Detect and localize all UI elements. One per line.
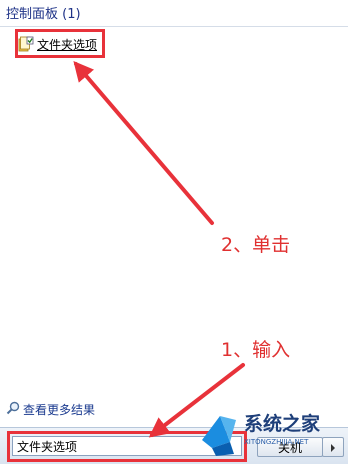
arrow-to-input xyxy=(148,363,245,438)
arrow-to-result xyxy=(73,60,214,225)
annotation-arrows xyxy=(73,60,245,438)
highlight-box-input xyxy=(7,431,247,462)
group-divider xyxy=(0,26,348,27)
annotation-step-1: 1、输入 xyxy=(221,339,291,361)
shutdown-label: 关机 xyxy=(277,440,302,455)
highlight-box-result xyxy=(15,29,105,58)
results-group-header[interactable]: 控制面板 (1) xyxy=(6,3,81,22)
shutdown-options-button[interactable] xyxy=(322,437,344,457)
see-more-results-label: 查看更多结果 xyxy=(23,402,96,417)
chevron-right-icon xyxy=(329,438,337,457)
annotation-step-2: 2、单击 xyxy=(221,234,291,256)
search-icon xyxy=(6,400,20,419)
see-more-results-link[interactable]: 查看更多结果 xyxy=(6,400,95,418)
shutdown-button[interactable]: 关机 xyxy=(257,437,323,457)
